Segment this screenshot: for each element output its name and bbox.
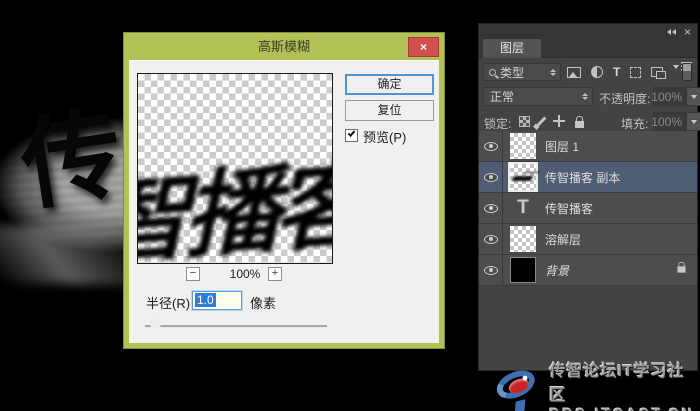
reset-button[interactable]: 复位	[345, 100, 434, 121]
layer-row-dissolve[interactable]: 溶解层	[479, 224, 697, 255]
watermark: 传智论坛IT学习社区 BBS.ITCAST.CN	[494, 357, 700, 411]
eye-icon	[484, 204, 498, 213]
layer-thumbnail[interactable]	[510, 226, 536, 252]
dialog-titlebar[interactable]: 高斯模糊	[124, 33, 444, 60]
visibility-cell[interactable]	[479, 162, 503, 192]
search-icon	[489, 69, 496, 76]
radius-input[interactable]: 1.0	[192, 291, 242, 310]
panel-close-icon[interactable]: ×	[684, 27, 691, 37]
lock-image-pixels-icon[interactable]	[537, 116, 547, 126]
eye-icon	[484, 173, 498, 182]
layer-row-layer1[interactable]: 图层 1	[479, 131, 697, 162]
preview-checkbox-label: 预览(P)	[363, 127, 406, 146]
collapse-panel-icon[interactable]	[667, 29, 676, 35]
lock-transparent-pixels-icon[interactable]	[519, 116, 530, 127]
layer-list: 图层 1 传智播客 副本 T 传智播客 溶解层	[479, 131, 697, 286]
panel-tabbar: 图层	[479, 39, 697, 58]
lock-position-icon[interactable]	[553, 115, 565, 127]
filter-pixel-layers-icon[interactable]	[567, 67, 581, 78]
watermark-line1: 传智论坛IT学习社区	[549, 357, 700, 405]
filter-type-label: 类型	[500, 64, 524, 81]
eye-icon	[484, 266, 498, 275]
canvas-text: 传	[15, 103, 129, 217]
layer-name: 传智播客	[545, 200, 593, 217]
visibility-cell[interactable]	[479, 131, 503, 161]
visibility-cell[interactable]	[479, 224, 503, 254]
eye-icon	[484, 235, 498, 244]
opacity-dropdown-arrow[interactable]	[686, 87, 700, 106]
itcast-logo-icon	[489, 358, 553, 411]
zoom-out-button[interactable]: −	[186, 267, 200, 281]
blend-mode-value: 正常	[490, 88, 514, 105]
radius-value-selected: 1.0	[195, 293, 216, 307]
dropdown-arrows-icon	[582, 93, 588, 100]
radius-slider-track[interactable]	[145, 325, 327, 328]
layer-thumbnail[interactable]	[510, 164, 536, 190]
radius-unit-label: 像素	[250, 293, 276, 312]
blend-mode-dropdown[interactable]: 正常	[483, 87, 593, 106]
dialog-close-button[interactable]: ×	[408, 37, 439, 57]
thumbnail-content	[512, 176, 534, 181]
layers-panel: × 图层 类型 T 正常	[478, 23, 698, 371]
lock-all-icon[interactable]	[575, 121, 584, 128]
gaussian-blur-dialog: 高斯模糊 × 智播客 − 100% + 半径(R): 1.0 像素 确定 复位 …	[123, 32, 445, 349]
eye-icon	[484, 142, 498, 151]
filter-toggle-switch[interactable]	[682, 63, 692, 81]
lock-label: 锁定:	[484, 115, 511, 132]
filter-smart-object-icon[interactable]	[651, 67, 663, 77]
filter-adjustment-layers-icon[interactable]	[591, 66, 603, 78]
fill-label: 填充:	[621, 115, 648, 132]
blur-preview-area[interactable]: 智播客	[137, 73, 333, 264]
watermark-line2: BBS.ITCAST.CN	[549, 405, 700, 411]
visibility-cell[interactable]	[479, 193, 503, 223]
opacity-value[interactable]: 100%	[653, 87, 686, 106]
text-layer-icon[interactable]: T	[510, 197, 536, 219]
fill-dropdown-arrow[interactable]	[686, 112, 700, 131]
filter-row: 类型 T	[479, 61, 697, 85]
blend-row: 正常 不透明度: 100%	[479, 86, 697, 111]
panel-topstrip: ×	[479, 24, 697, 39]
tab-layers[interactable]: 图层	[483, 39, 541, 58]
blurred-preview-text: 智播客	[137, 157, 333, 264]
preview-checkbox[interactable]	[345, 129, 358, 142]
visibility-cell[interactable]	[479, 255, 503, 285]
layer-thumbnail[interactable]	[510, 133, 536, 159]
filter-type-dropdown[interactable]: 类型	[483, 63, 561, 81]
filter-shape-layers-icon[interactable]	[630, 67, 641, 78]
photoshop-screenshot: 传 高斯模糊 × 智播客 − 100% + 半径(R): 1.0 像素 确定 复…	[0, 0, 700, 411]
layer-name: 背景	[545, 262, 569, 279]
fill-value[interactable]: 100%	[653, 112, 686, 131]
layer-name: 图层 1	[545, 138, 579, 155]
layer-name: 溶解层	[545, 231, 581, 248]
layer-row-copy-selected[interactable]: 传智播客 副本	[479, 162, 697, 193]
layer-row-text[interactable]: T 传智播客	[479, 193, 697, 224]
checkbox-check-icon	[348, 129, 356, 137]
layer-thumbnail[interactable]	[510, 257, 536, 283]
dropdown-arrows-icon	[550, 69, 556, 76]
radius-label: 半径(R):	[146, 293, 194, 312]
zoom-in-button[interactable]: +	[268, 267, 282, 281]
layer-name: 传智播客 副本	[545, 169, 620, 186]
filter-type-layers-icon[interactable]: T	[613, 66, 620, 78]
background-lock-icon	[677, 266, 685, 272]
opacity-label: 不透明度:	[599, 90, 650, 107]
ok-button[interactable]: 确定	[345, 74, 434, 95]
dialog-body: 智播客 − 100% + 半径(R): 1.0 像素 确定 复位 预览(P)	[129, 60, 439, 343]
layer-row-background[interactable]: 背景	[479, 255, 697, 286]
